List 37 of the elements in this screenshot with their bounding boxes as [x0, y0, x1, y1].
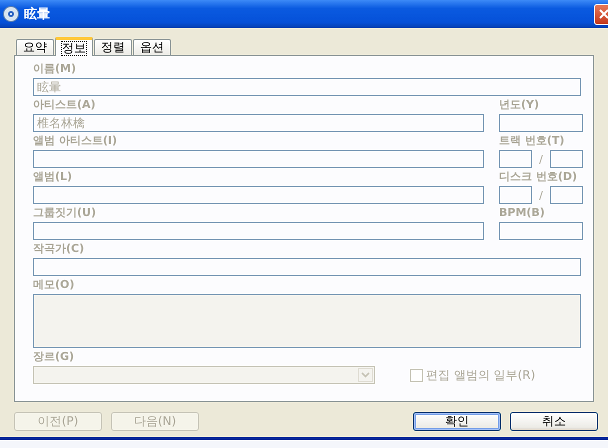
checkbox-label: 편집 앨범의 일부(R) [426, 366, 536, 384]
tab[interactable]: 옵션 [133, 39, 171, 55]
tab[interactable]: 요약 [16, 39, 54, 55]
tab[interactable]: 정보 [55, 37, 93, 56]
field-label: 메모(O) [33, 278, 76, 292]
field-label: 디스크 번호(D) [499, 170, 578, 184]
field-label: 장르(G) [33, 350, 76, 364]
input-field[interactable] [33, 150, 484, 168]
input-field[interactable] [550, 150, 583, 168]
input-field[interactable] [33, 186, 484, 204]
disc-icon [3, 6, 19, 22]
input-field[interactable] [33, 294, 581, 348]
field-label: 앨범 아티스트(I) [33, 134, 118, 148]
input-field[interactable] [499, 150, 532, 168]
field-label: 작곡가(C) [33, 242, 86, 256]
input-field[interactable] [550, 186, 583, 204]
input-field[interactable] [33, 258, 581, 276]
field-label: BPM(B) [499, 206, 546, 220]
field-label: 이름(M) [33, 62, 78, 76]
field-label: 년도(Y) [499, 98, 540, 112]
field-label: 그룹짓기(U) [33, 206, 97, 220]
genre-dropdown[interactable] [33, 366, 375, 384]
dialog-button[interactable]: 확인 [413, 412, 501, 431]
separator-text: / [538, 152, 544, 166]
window-title: 眩暈 [24, 6, 50, 23]
tab[interactable]: 정렬 [94, 39, 132, 55]
field-label: 트랙 번호(T) [499, 134, 566, 148]
input-field[interactable] [499, 114, 583, 132]
input-field[interactable] [499, 222, 583, 240]
dialog-button[interactable]: 취소 [510, 412, 598, 431]
close-icon [599, 9, 608, 19]
input-field[interactable] [499, 186, 532, 204]
separator-text: / [538, 188, 544, 202]
field-label: 앨범(L) [33, 170, 74, 184]
field-label: 아티스트(A) [33, 98, 97, 112]
close-button[interactable] [594, 4, 608, 24]
input-field[interactable] [33, 222, 484, 240]
